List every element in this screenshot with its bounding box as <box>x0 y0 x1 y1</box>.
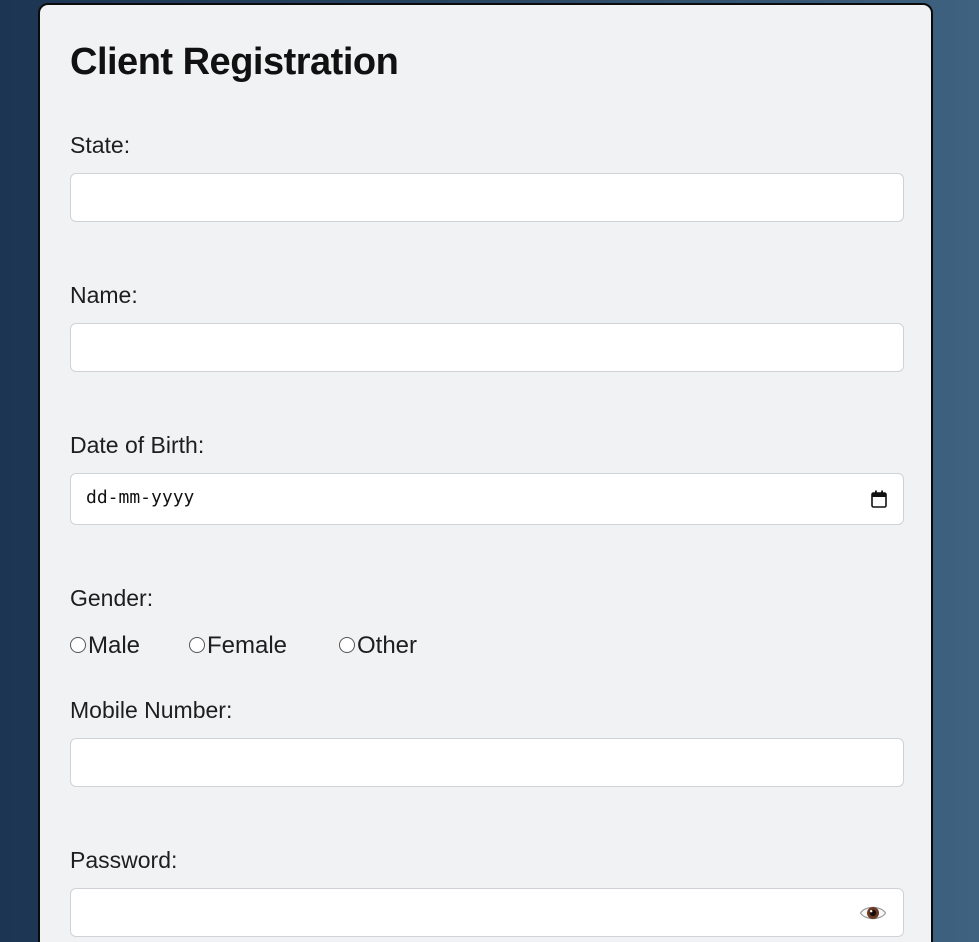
registration-card: Client Registration State: Name: Date of… <box>38 3 933 942</box>
calendar-icon[interactable] <box>871 490 887 508</box>
name-input[interactable] <box>70 323 904 372</box>
gender-option-female[interactable]: Female <box>189 633 287 659</box>
gender-option-label: Female <box>207 632 288 659</box>
password-field[interactable] <box>70 888 904 937</box>
radio-other[interactable] <box>339 637 355 653</box>
gender-label: Gender: <box>70 585 154 611</box>
gender-option-label: Other <box>357 632 418 659</box>
dob-label: Date of Birth: <box>70 432 205 458</box>
radio-female[interactable] <box>189 637 205 653</box>
password-label: Password: <box>70 847 178 873</box>
eye-icon[interactable] <box>859 901 887 925</box>
mobile-input[interactable] <box>70 738 904 787</box>
gender-option-label: Male <box>88 632 141 659</box>
gender-option-male[interactable]: Male <box>70 633 140 659</box>
gender-radio-group: Male Female Other <box>70 633 670 659</box>
gender-option-other[interactable]: Other <box>339 633 417 659</box>
state-label: State: <box>70 132 131 158</box>
dob-placeholder: dd-mm-yyyy <box>86 487 195 508</box>
radio-male[interactable] <box>70 637 86 653</box>
page-title: Client Registration <box>70 41 399 83</box>
mobile-label: Mobile Number: <box>70 697 233 723</box>
name-label: Name: <box>70 282 138 308</box>
dob-input[interactable]: dd-mm-yyyy <box>70 473 904 525</box>
state-input[interactable] <box>70 173 904 222</box>
